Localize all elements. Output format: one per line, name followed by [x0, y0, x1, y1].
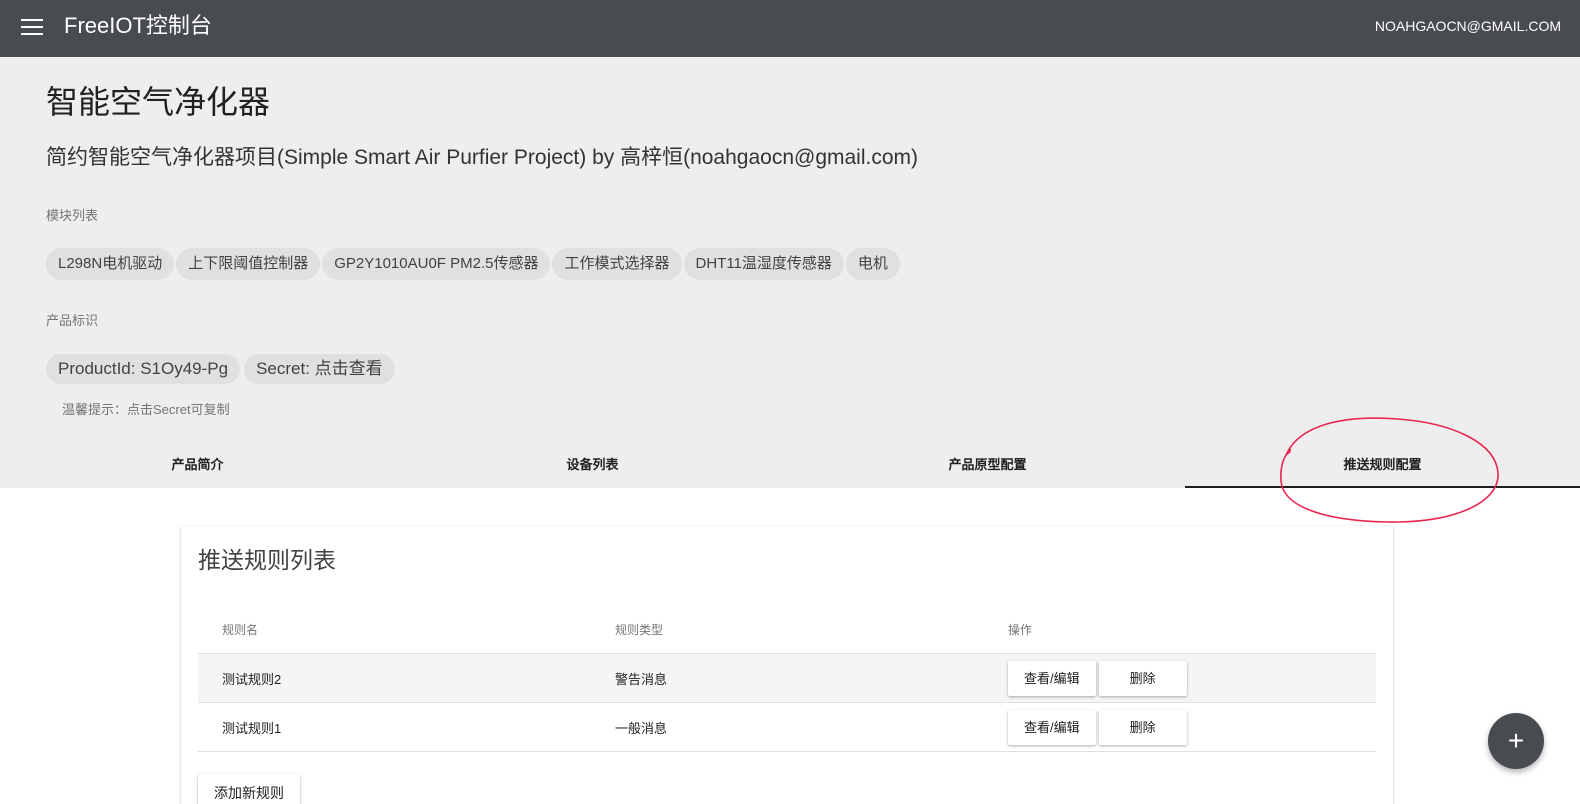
plus-icon: + — [1507, 725, 1525, 756]
identity-label: 产品标识 — [46, 313, 99, 328]
secret-chip[interactable]: Secret: 点击查看 — [244, 354, 395, 384]
rule-type-cell: 一般消息 — [615, 720, 668, 736]
table-header: 规则名 规则类型 操作 — [198, 606, 1376, 654]
user-email[interactable]: NOAHGAOCN@GMAIL.COM — [1375, 17, 1561, 35]
push-rules-card: 推送规则列表 规则名 规则类型 操作 测试规则2 警告消息 查看/编辑 删除 测… — [181, 526, 1393, 804]
modules-label: 模块列表 — [46, 208, 99, 223]
add-rule-button[interactable]: 添加新规则 — [198, 774, 300, 804]
module-chip: DHT11温湿度传感器 — [683, 248, 844, 280]
header-rule-type: 规则类型 — [615, 623, 664, 637]
product-tabs: 产品简介 设备列表 产品原型配置 推送规则配置 — [0, 447, 1580, 488]
actions-cell: 查看/编辑 删除 — [984, 660, 1376, 696]
app-title: FreeIOT控制台 — [64, 13, 212, 38]
copy-hint: 温馨提示：点击Secret可复制 — [62, 402, 230, 417]
delete-button[interactable]: 删除 — [1098, 709, 1187, 745]
tab-product-intro[interactable]: 产品简介 — [0, 447, 395, 488]
header-actions: 操作 — [1008, 623, 1033, 637]
rule-name-cell: 测试规则1 — [222, 720, 282, 736]
product-description: 简约智能空气净化器项目(Simple Smart Air Purfier Pro… — [46, 146, 919, 169]
header-rule-name: 规则名 — [222, 623, 259, 637]
card-title: 推送规则列表 — [198, 547, 336, 573]
rules-table: 规则名 规则类型 操作 测试规则2 警告消息 查看/编辑 删除 测试规则1 一般… — [198, 606, 1376, 752]
menu-icon[interactable] — [21, 19, 43, 35]
product-header: 智能空气净化器 简约智能空气净化器项目(Simple Smart Air Pur… — [0, 57, 1580, 488]
module-chip: 工作模式选择器 — [552, 248, 682, 280]
rule-name-cell: 测试规则2 — [222, 671, 282, 687]
product-title: 智能空气净化器 — [46, 84, 271, 120]
delete-button[interactable]: 删除 — [1098, 660, 1187, 696]
tab-device-list[interactable]: 设备列表 — [395, 447, 790, 488]
tab-prototype-config[interactable]: 产品原型配置 — [790, 447, 1185, 488]
module-chip: 上下限阈值控制器 — [176, 248, 321, 280]
rule-type-cell: 警告消息 — [615, 671, 668, 687]
module-chip: 电机 — [845, 248, 900, 280]
view-edit-button[interactable]: 查看/编辑 — [1008, 660, 1096, 696]
view-edit-button[interactable]: 查看/编辑 — [1008, 709, 1096, 745]
module-chip-list: L298N电机驱动 上下限阈值控制器 GP2Y1010AU0F PM2.5传感器… — [46, 248, 900, 280]
module-chip: L298N电机驱动 — [46, 248, 175, 280]
top-app-bar: FreeIOT控制台 NOAHGAOCN@GMAIL.COM — [0, 0, 1580, 57]
module-chip: GP2Y1010AU0F PM2.5传感器 — [322, 248, 551, 280]
tab-push-rules[interactable]: 推送规则配置 — [1185, 447, 1580, 488]
table-row: 测试规则1 一般消息 查看/编辑 删除 — [198, 703, 1376, 752]
add-fab-button[interactable]: + — [1488, 713, 1544, 769]
identity-chip-list: ProductId: S1Oy49-Pg Secret: 点击查看 — [46, 354, 395, 384]
product-id-chip: ProductId: S1Oy49-Pg — [46, 354, 241, 384]
actions-cell: 查看/编辑 删除 — [984, 709, 1376, 745]
table-row: 测试规则2 警告消息 查看/编辑 删除 — [198, 654, 1376, 703]
